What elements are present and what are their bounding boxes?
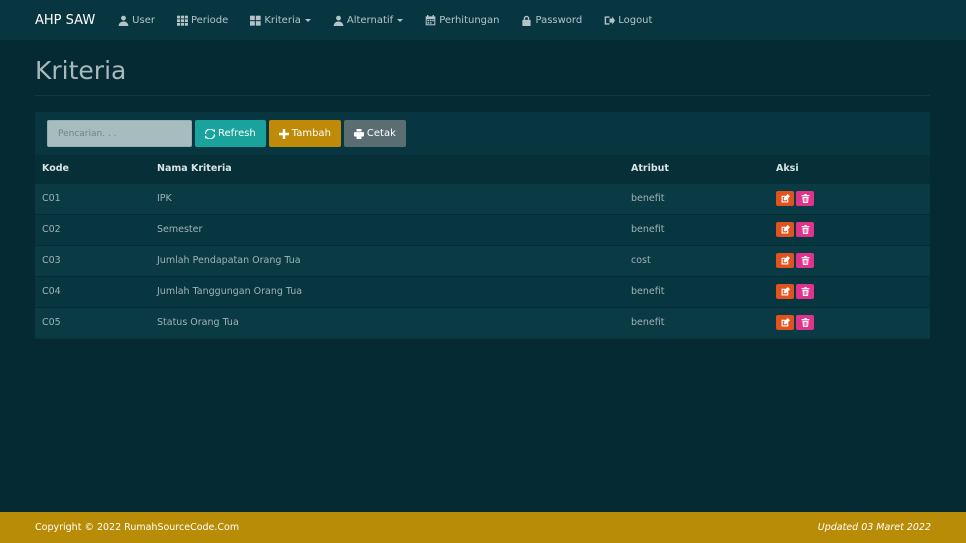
print-label: Cetak <box>366 128 396 139</box>
cell-atribut: benefit <box>624 182 769 214</box>
nav-item-alternatif[interactable]: Alternatif <box>322 0 414 40</box>
plus-icon <box>278 128 289 139</box>
nav-item-label: Kriteria <box>264 14 301 26</box>
cell-aksi <box>769 213 930 245</box>
edit-button[interactable] <box>776 315 794 331</box>
divider <box>35 95 930 96</box>
grid-large-icon <box>250 15 261 26</box>
edit-button[interactable] <box>776 222 794 237</box>
cell-atribut: benefit <box>624 213 769 245</box>
logout-icon <box>604 15 616 25</box>
cell-aksi <box>769 306 930 338</box>
trash-icon <box>801 287 809 296</box>
nav-item-label: Logout <box>618 14 653 26</box>
cell-atribut: cost <box>624 244 769 276</box>
column-header-aksi: Aksi <box>776 163 799 175</box>
nav-item-kriteria[interactable]: Kriteria <box>239 0 322 40</box>
user-icon <box>333 15 344 26</box>
table-row: C03 Jumlah Pendapatan Orang Tua cost <box>35 244 930 276</box>
calendar-icon <box>425 14 436 25</box>
cell-nama: Semester <box>150 213 624 245</box>
nav-item-label: Perhitungan <box>439 14 500 26</box>
edit-button[interactable] <box>776 253 794 268</box>
edit-icon <box>781 287 790 296</box>
column-header-nama[interactable]: Nama Kriteria <box>150 155 624 183</box>
lock-icon <box>522 15 532 26</box>
add-label: Tambah <box>291 128 331 139</box>
nav-item-label: Periode <box>190 14 229 26</box>
delete-button[interactable] <box>796 315 814 331</box>
nav-item-label: Alternatif <box>346 14 394 26</box>
cell-kode: C04 <box>35 275 150 307</box>
footer-updated: Updated 03 Maret 2022 <box>817 522 931 533</box>
table-row: C02 Semester benefit <box>35 213 930 245</box>
kriteria-panel: Refresh Tambah Cetak Kode Nama Kriteria … <box>35 112 930 339</box>
trash-icon <box>801 194 809 203</box>
toolbar: Refresh Tambah Cetak <box>47 120 406 147</box>
edit-icon <box>781 256 790 265</box>
column-header-atribut[interactable]: Atribut <box>624 155 769 183</box>
nav-item-perhitungan[interactable]: Perhitungan <box>414 0 510 40</box>
cell-nama: Jumlah Pendapatan Orang Tua <box>150 244 624 276</box>
user-icon <box>118 15 129 26</box>
chevron-down-icon <box>304 18 311 22</box>
page-title: Kriteria <box>35 56 127 85</box>
edit-button[interactable] <box>776 191 794 206</box>
cell-nama: Jumlah Tanggungan Orang Tua <box>150 275 624 307</box>
delete-button[interactable] <box>796 284 814 299</box>
chevron-down-icon <box>397 18 404 22</box>
trash-icon <box>801 256 809 265</box>
cell-aksi <box>769 182 930 214</box>
table-row: C04 Jumlah Tanggungan Orang Tua benefit <box>35 275 930 307</box>
cell-aksi <box>769 244 930 276</box>
search-input[interactable] <box>47 120 192 147</box>
add-button[interactable]: Tambah <box>268 120 341 147</box>
cell-kode: C02 <box>35 213 150 245</box>
edit-icon <box>781 318 790 327</box>
cell-atribut: benefit <box>624 275 769 307</box>
print-button[interactable]: Cetak <box>343 120 406 147</box>
trash-icon <box>801 318 809 328</box>
cell-nama: IPK <box>150 182 624 214</box>
table-row: C05 Status Orang Tua benefit <box>35 306 930 338</box>
cell-kode: C03 <box>35 244 150 276</box>
cell-kode: C01 <box>35 182 150 214</box>
nav-item-periode[interactable]: Periode <box>166 0 239 40</box>
nav-item-label: Password <box>535 14 583 26</box>
edit-icon <box>781 194 790 203</box>
delete-button[interactable] <box>796 253 814 268</box>
column-header-kode[interactable]: Kode <box>35 155 150 183</box>
navbar-brand[interactable]: AHP SAW <box>35 13 95 28</box>
cell-atribut: benefit <box>624 306 769 338</box>
cell-aksi <box>769 275 930 307</box>
trash-icon <box>801 225 809 234</box>
navbar: AHP SAW User Periode Kriteria Alternatif… <box>0 0 966 40</box>
nav-item-user[interactable]: User <box>107 0 166 40</box>
grid-icon <box>176 15 188 26</box>
nav-item-label: User <box>132 14 155 26</box>
table-row: C01 IPK benefit <box>35 182 930 214</box>
edit-icon <box>781 225 790 234</box>
nav-item-password[interactable]: Password <box>510 0 593 40</box>
refresh-icon <box>205 128 215 139</box>
edit-button[interactable] <box>776 284 794 299</box>
delete-button[interactable] <box>796 191 814 206</box>
refresh-button[interactable]: Refresh <box>195 120 266 147</box>
footer: Copyright © 2022 RumahSourceCode.Com Upd… <box>0 512 966 543</box>
delete-button[interactable] <box>796 222 814 237</box>
footer-copyright: Copyright © 2022 RumahSourceCode.Com <box>35 522 240 533</box>
refresh-label: Refresh <box>218 128 256 139</box>
cell-kode: C05 <box>35 306 150 338</box>
table-header-row: Kode Nama Kriteria Atribut Aksi <box>35 155 930 183</box>
print-icon <box>353 128 364 139</box>
nav-item-logout[interactable]: Logout <box>593 0 663 40</box>
cell-nama: Status Orang Tua <box>150 306 624 338</box>
kriteria-table: Kode Nama Kriteria Atribut Aksi C01 IPK … <box>35 155 930 338</box>
